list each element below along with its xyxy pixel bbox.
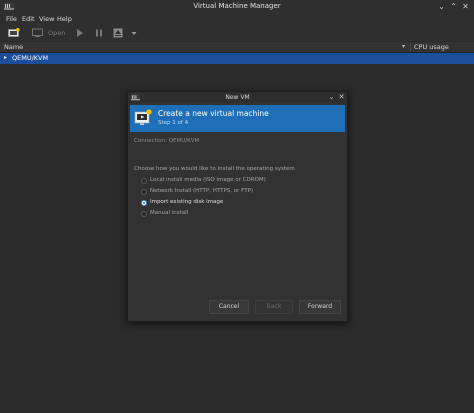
connection-label: Connection: QEMU/KVM [134, 138, 200, 144]
radio-button[interactable] [141, 189, 147, 195]
play-icon[interactable] [76, 28, 84, 38]
minimize-icon[interactable]: ⌄ [436, 1, 447, 12]
radio-button[interactable] [141, 178, 147, 184]
banner-title: Create a new virtual machine [158, 109, 269, 118]
cancel-button[interactable]: Cancel [209, 300, 249, 314]
radio-button[interactable] [141, 211, 147, 217]
wizard-banner: Create a new virtual machine Step 1 of 4 [130, 105, 345, 132]
connection-name: QEMU/KVM [12, 54, 49, 62]
step-indicator: Step 1 of 4 [158, 120, 189, 126]
dialog-title: New VM [225, 94, 250, 101]
sort-indicator-icon: ▾ [402, 43, 406, 50]
forward-button[interactable]: Forward [299, 300, 341, 314]
option-label: Network Install (HTTP, HTTPS, or FTP) [150, 188, 254, 194]
menu-edit[interactable]: Edit [22, 15, 35, 23]
shutdown-icon[interactable] [113, 28, 123, 38]
install-method-prompt: Choose how you would like to install the… [134, 166, 295, 172]
menu-view[interactable]: View [39, 15, 54, 23]
open-button[interactable]: Open [48, 29, 65, 37]
table-row[interactable]: ▸ QEMU/KVM [0, 53, 474, 64]
window-titlebar: Virtual Machine Manager ⌄ ⌃ ✕ [0, 0, 474, 13]
close-icon[interactable]: ✕ [460, 1, 471, 12]
back-button[interactable]: Back [255, 300, 293, 314]
toolbar: Open [0, 25, 474, 41]
monitor-icon[interactable] [32, 28, 43, 38]
window-title: Virtual Machine Manager [193, 2, 281, 10]
column-separator[interactable] [410, 43, 411, 52]
dialog-titlebar: New VM ⌄ ✕ [128, 92, 347, 103]
expander-icon[interactable]: ▸ [4, 54, 7, 61]
chevron-down-icon[interactable] [130, 28, 138, 38]
new-vm-dialog: New VM ⌄ ✕ Create a new virtual machine … [127, 91, 348, 322]
maximize-icon[interactable]: ⌃ [448, 1, 459, 12]
menu-file[interactable]: File [6, 15, 17, 23]
new-vm-icon [134, 109, 152, 125]
column-header-name[interactable]: Name [4, 43, 23, 51]
pause-icon[interactable] [95, 28, 103, 38]
radio-button-selected[interactable] [141, 200, 147, 206]
column-header-cpu[interactable]: CPU usage [414, 43, 449, 51]
option-label: Local install media (ISO image or CDROM) [150, 177, 266, 183]
menubar: File Edit View Help [0, 13, 474, 25]
dialog-close-icon[interactable]: ✕ [337, 93, 346, 102]
option-label: Import existing disk image [150, 199, 224, 205]
option-label: Manual install [150, 210, 189, 216]
vm-list-header: Name ▾ CPU usage [0, 42, 474, 53]
menu-help[interactable]: Help [57, 15, 72, 23]
new-vm-icon[interactable] [8, 28, 20, 38]
dialog-minimize-icon[interactable]: ⌄ [327, 93, 336, 102]
